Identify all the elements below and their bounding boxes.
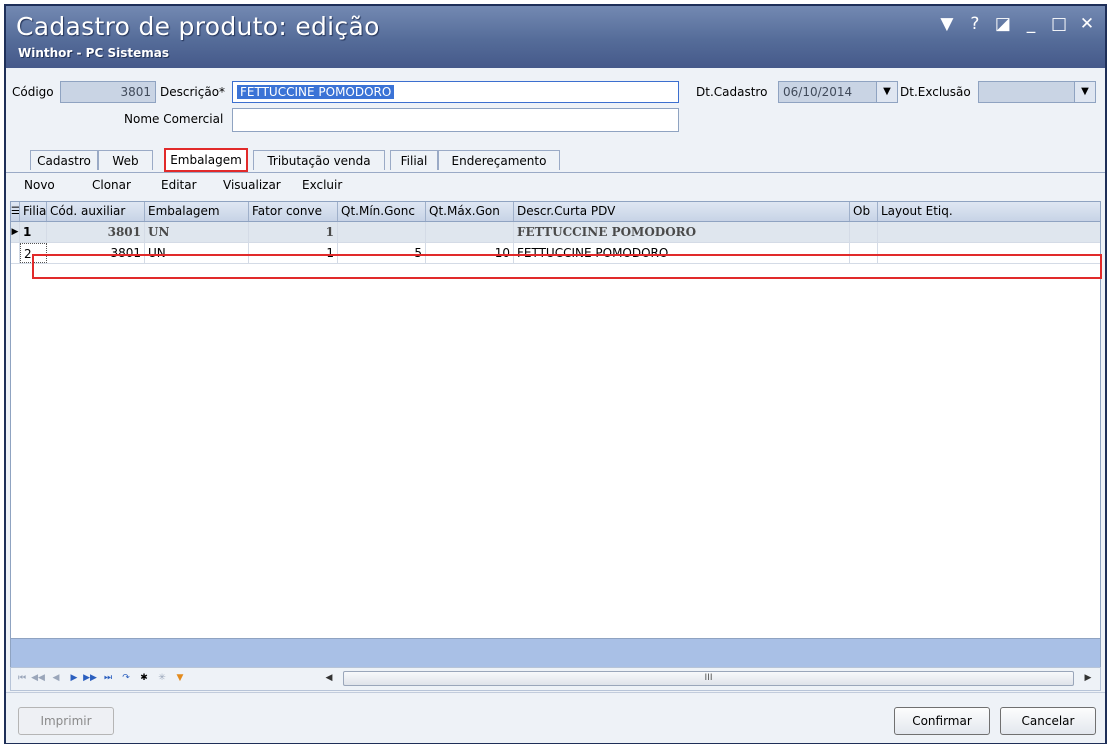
cell-layout-etiq [878, 243, 1100, 263]
novo-button[interactable]: Novo [24, 178, 55, 192]
grid-header: ☰ Filia Cód. auxiliar Embalagem Fator co… [11, 202, 1100, 222]
cell-embalagem: UN [145, 222, 249, 242]
previous-record-icon[interactable]: ◀ [49, 670, 63, 686]
tab-tributacao-venda[interactable]: Tributação venda [253, 150, 385, 170]
dt-cadastro-value: 06/10/2014 [783, 85, 853, 99]
horizontal-scrollbar[interactable]: ◀ III ▶ [321, 670, 1096, 686]
cell-descr-curta: FETTUCCINE POMODORO [514, 243, 850, 263]
descricao-label: Descrição* [160, 85, 226, 99]
window-subtitle: Winthor - PC Sistemas [18, 46, 169, 60]
clonar-button[interactable]: Clonar [92, 178, 131, 192]
filter-icon[interactable]: ▼ [173, 670, 187, 686]
cell-fator: 1 [249, 243, 338, 263]
nome-comercial-field[interactable] [232, 108, 679, 132]
row-indicator [11, 243, 20, 263]
column-header-qt-max[interactable]: Qt.Máx.Gon [426, 202, 514, 221]
cell-fator: 1 [249, 222, 338, 242]
column-header-embalagem[interactable]: Embalagem [145, 202, 249, 221]
nome-comercial-label: Nome Comercial [124, 112, 224, 126]
help-icon[interactable]: ? [967, 14, 983, 34]
column-header-layout-etiq[interactable]: Layout Etiq. [878, 202, 1100, 221]
cell-filial[interactable]: 2 [20, 243, 47, 263]
grid-toolbar: Novo Clonar Editar Visualizar Excluir [6, 174, 1105, 198]
descricao-selected-text: FETTUCCINE POMODORO [237, 85, 395, 99]
next-page-icon[interactable]: ▶▶ [83, 670, 97, 686]
product-header-form: Código 3801 Descrição* FETTUCCINE POMODO… [6, 68, 1105, 152]
next-record-icon[interactable]: ▶ [67, 670, 81, 686]
cell-qt-max [426, 222, 514, 242]
tab-web[interactable]: Web [98, 150, 153, 170]
previous-page-icon[interactable]: ◀◀ [31, 670, 45, 686]
cell-cod-auxiliar: 3801 [47, 222, 145, 242]
column-header-qt-min[interactable]: Qt.Mín.Gonc [338, 202, 426, 221]
codigo-field[interactable]: 3801 [60, 81, 156, 103]
title-bar[interactable]: Cadastro de produto: edição Winthor - PC… [6, 6, 1105, 68]
cell-filial: 1 [20, 222, 47, 242]
chevron-down-icon[interactable]: ▼ [876, 82, 897, 102]
menu-dropdown-icon[interactable]: ▼ [939, 14, 955, 34]
confirmar-button[interactable]: Confirmar [894, 707, 990, 735]
restore-panel-icon[interactable]: ◪ [995, 14, 1011, 34]
column-header-filial[interactable]: Filia [20, 202, 47, 221]
scroll-left-icon[interactable]: ◀ [321, 670, 337, 686]
table-row[interactable]: ▶ 1 3801 UN 1 FETTUCCINE POMODORO [11, 222, 1100, 243]
tab-strip: Cadastro Web Embalagem Tributação venda … [6, 147, 1105, 173]
window-title: Cadastro de produto: edição [16, 12, 380, 41]
tab-cadastro[interactable]: Cadastro [30, 150, 98, 170]
last-record-icon[interactable]: ⏭ [101, 670, 115, 686]
cancelar-button[interactable]: Cancelar [1000, 707, 1096, 735]
window-controls: ▼ ? ◪ _ □ ✕ [939, 14, 1095, 34]
record-navigator: ⏮ ◀◀ ◀ ▶ ▶▶ ⏭ ↷ ✱ ✳ ▼ ◀ III ▶ [10, 667, 1101, 691]
tab-enderecamento[interactable]: Endereçamento [438, 150, 560, 170]
cell-qt-min [338, 222, 426, 242]
minimize-icon[interactable]: _ [1023, 14, 1039, 34]
chevron-down-icon[interactable]: ▼ [1074, 82, 1095, 102]
tab-filial[interactable]: Filial [390, 150, 438, 170]
imprimir-button[interactable]: Imprimir [18, 707, 114, 735]
row-indicator-icon: ▶ [11, 222, 20, 242]
visualizar-button[interactable]: Visualizar [223, 178, 281, 192]
column-header-ob[interactable]: Ob [850, 202, 878, 221]
main-window: Cadastro de produto: edição Winthor - PC… [4, 4, 1107, 744]
scroll-right-icon[interactable]: ▶ [1080, 670, 1096, 686]
cell-descr-curta: FETTUCCINE POMODORO [514, 222, 850, 242]
editar-button[interactable]: Editar [161, 178, 197, 192]
tab-embalagem[interactable]: Embalagem [164, 148, 248, 172]
cell-layout-etiq [878, 222, 1100, 242]
cell-embalagem: UN [145, 243, 249, 263]
grid-footer-bar [11, 638, 1100, 667]
cell-ob [850, 222, 878, 242]
column-header-fator-conversao[interactable]: Fator conve [249, 202, 338, 221]
codigo-label: Código [12, 85, 54, 99]
cell-qt-min: 5 [338, 243, 426, 263]
dt-cadastro-label: Dt.Cadastro [696, 85, 768, 99]
cell-cod-auxiliar: 3801 [47, 243, 145, 263]
descricao-field[interactable]: FETTUCCINE POMODORO [232, 81, 679, 103]
first-record-icon[interactable]: ⏮ [15, 670, 29, 686]
excluir-button[interactable]: Excluir [302, 178, 342, 192]
table-row[interactable]: 2 3801 UN 1 5 10 FETTUCCINE POMODORO [11, 243, 1100, 264]
dt-exclusao-label: Dt.Exclusão [900, 85, 971, 99]
insert-record-icon[interactable]: ✱ [137, 670, 151, 686]
cell-qt-max: 10 [426, 243, 514, 263]
delete-record-icon[interactable]: ✳ [155, 670, 169, 686]
dt-exclusao-field[interactable]: ▼ [978, 81, 1096, 103]
close-icon[interactable]: ✕ [1079, 14, 1095, 34]
scroll-thumb[interactable]: III [343, 671, 1074, 686]
dt-cadastro-field[interactable]: 06/10/2014 ▼ [778, 81, 898, 103]
cell-ob [850, 243, 878, 263]
column-header-descr-curta-pdv[interactable]: Descr.Curta PDV [514, 202, 850, 221]
embalagem-grid[interactable]: ☰ Filia Cód. auxiliar Embalagem Fator co… [10, 201, 1101, 668]
maximize-icon[interactable]: □ [1051, 14, 1067, 34]
column-header-cod-auxiliar[interactable]: Cód. auxiliar [47, 202, 145, 221]
column-chooser-icon[interactable]: ☰ [11, 202, 20, 221]
refresh-icon[interactable]: ↷ [119, 670, 133, 686]
dialog-footer: Imprimir Confirmar Cancelar [6, 692, 1105, 743]
